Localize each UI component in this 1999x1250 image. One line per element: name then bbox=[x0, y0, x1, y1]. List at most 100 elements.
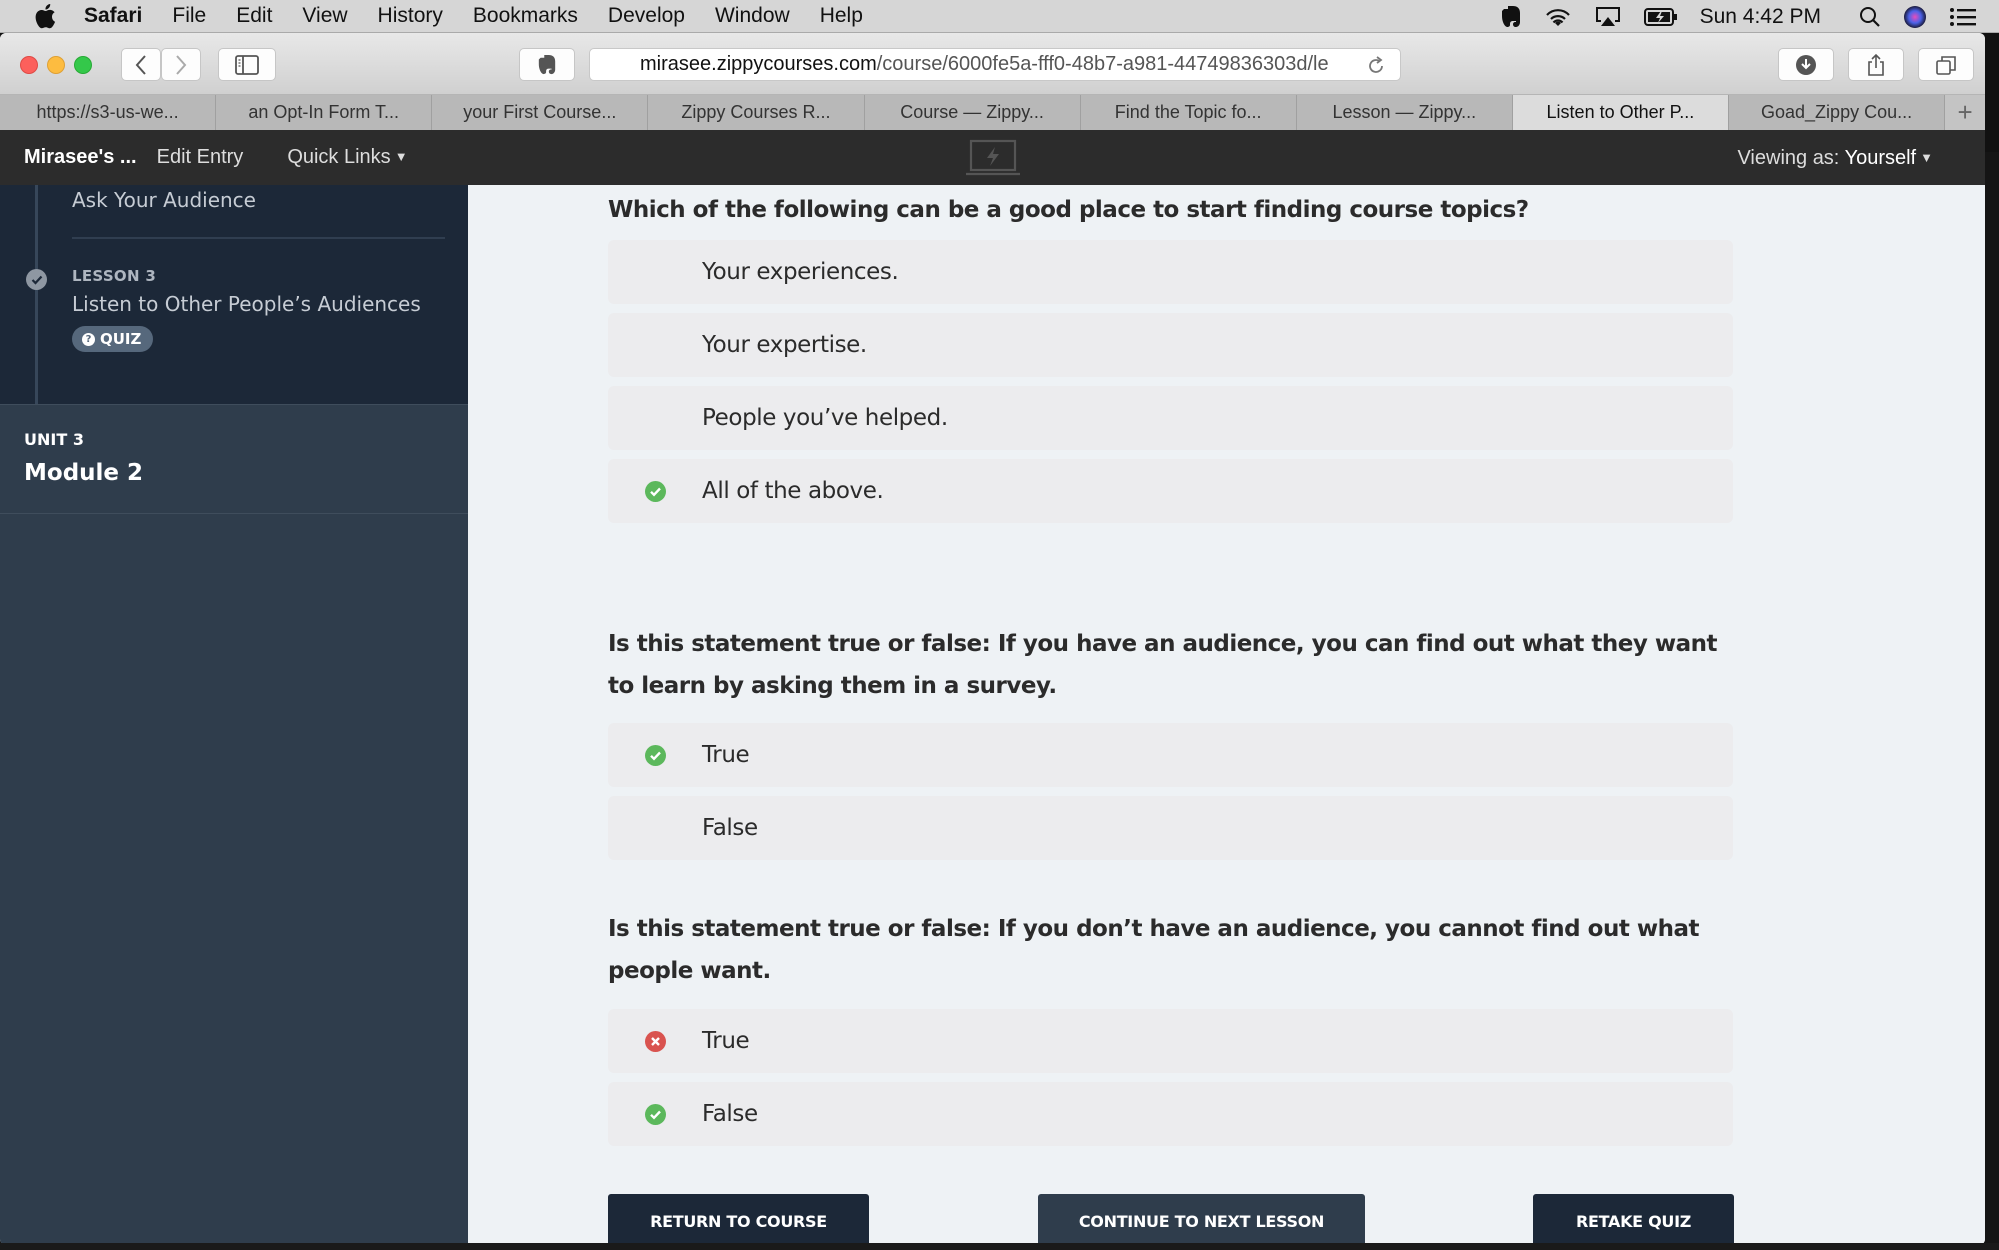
continue-to-next-lesson-button[interactable]: CONTINUE TO NEXT LESSON bbox=[1038, 1194, 1365, 1245]
fullscreen-window-button[interactable] bbox=[74, 56, 92, 74]
desktop-background bbox=[1985, 152, 1999, 1250]
menu-window[interactable]: Window bbox=[715, 4, 790, 28]
tab-label: https://s3-us-we... bbox=[36, 102, 179, 122]
evernote-icon bbox=[538, 54, 556, 74]
divider bbox=[72, 237, 445, 239]
quick-links-menu[interactable]: Quick Links ▼ bbox=[287, 146, 407, 169]
apple-icon[interactable] bbox=[34, 3, 56, 29]
answer-option: False bbox=[608, 796, 1733, 860]
share-icon bbox=[1868, 53, 1884, 76]
quiz-badge-label: QUIZ bbox=[100, 330, 142, 348]
menu-edit[interactable]: Edit bbox=[236, 4, 272, 28]
battery-charging-icon[interactable] bbox=[1643, 7, 1678, 27]
url-host: mirasee.zippycourses.com bbox=[640, 53, 877, 75]
sidebar-lesson-current[interactable]: Listen to Other People’s Audiences bbox=[72, 292, 421, 316]
menu-develop[interactable]: Develop bbox=[608, 4, 685, 28]
browser-tab[interactable]: an Opt-In Form T... bbox=[216, 95, 433, 130]
menu-history[interactable]: History bbox=[378, 4, 443, 28]
answer-text: Your experiences. bbox=[702, 259, 899, 285]
menu-view[interactable]: View bbox=[302, 4, 347, 28]
menu-bookmarks[interactable]: Bookmarks bbox=[473, 4, 578, 28]
sidebar-unit-3[interactable]: UNIT 3 Module 2 bbox=[0, 404, 468, 514]
sidebar-lesson-ask-your-audience[interactable]: Ask Your Audience bbox=[72, 188, 256, 212]
tab-label: Zippy Courses R... bbox=[681, 102, 831, 122]
browser-tab[interactable]: Goad_Zippy Cou... bbox=[1729, 95, 1946, 130]
url-text[interactable]: mirasee.zippycourses.com/course/6000fe5a… bbox=[640, 53, 1340, 76]
caret-down-icon: ▼ bbox=[1920, 150, 1933, 165]
url-path: /course/6000fe5a-fff0-48b7-a981-44749836… bbox=[876, 53, 1329, 75]
browser-tab[interactable]: your First Course... bbox=[432, 95, 649, 130]
answer-option-correct: True bbox=[608, 723, 1733, 787]
reload-icon[interactable] bbox=[1366, 54, 1386, 82]
answer-option-incorrect: True bbox=[608, 1009, 1733, 1073]
tab-label: an Opt-In Form T... bbox=[248, 102, 400, 122]
answer-text: True bbox=[702, 1028, 750, 1054]
tabs-overview-icon bbox=[1936, 55, 1956, 75]
chevron-right-icon bbox=[176, 54, 187, 75]
answer-text: All of the above. bbox=[702, 478, 884, 504]
answer-text: People you’ve helped. bbox=[702, 405, 948, 431]
tab-label: Listen to Other P... bbox=[1546, 102, 1695, 122]
menubar-status-area: Sun 4:42 PM bbox=[1500, 0, 1999, 33]
close-window-button[interactable] bbox=[20, 56, 38, 74]
new-tab-button[interactable]: + bbox=[1945, 95, 1985, 130]
minimize-window-button[interactable] bbox=[47, 56, 65, 74]
question-2-answers: True False bbox=[608, 714, 1733, 860]
unit-label: UNIT 3 bbox=[24, 430, 84, 449]
retake-quiz-button[interactable]: RETAKE QUIZ bbox=[1533, 1194, 1734, 1245]
wifi-icon[interactable] bbox=[1544, 6, 1572, 28]
share-button[interactable] bbox=[1848, 48, 1904, 81]
edit-entry-link[interactable]: Edit Entry bbox=[157, 146, 244, 169]
question-1-answers: Your experiences. Your expertise. People… bbox=[608, 231, 1733, 523]
tab-label: Find the Topic fo... bbox=[1114, 102, 1262, 122]
back-button[interactable] bbox=[121, 48, 161, 81]
caret-down-icon: ▼ bbox=[394, 149, 408, 164]
browser-tab[interactable]: https://s3-us-we... bbox=[0, 95, 217, 130]
menu-file[interactable]: File bbox=[172, 4, 206, 28]
quick-links-label: Quick Links bbox=[287, 146, 391, 168]
tab-label: Goad_Zippy Cou... bbox=[1761, 102, 1913, 122]
sidebar-toggle-button[interactable] bbox=[218, 48, 276, 81]
browser-tab[interactable]: Find the Topic fo... bbox=[1080, 95, 1297, 130]
return-to-course-button[interactable]: RETURN TO COURSE bbox=[608, 1194, 869, 1245]
answer-text: Your expertise. bbox=[702, 332, 867, 358]
lesson-number-label: LESSON 3 bbox=[72, 267, 157, 285]
answer-option: Your expertise. bbox=[608, 313, 1733, 377]
menu-app-safari[interactable]: Safari bbox=[84, 4, 142, 28]
sidebar-icon bbox=[235, 54, 259, 75]
lesson-list: Ask Your Audience LESSON 3 Listen to Oth… bbox=[0, 185, 468, 404]
question-3-answers: True False bbox=[608, 1000, 1733, 1146]
browser-tab-active[interactable]: Listen to Other P... bbox=[1512, 95, 1729, 130]
address-bar[interactable]: mirasee.zippycourses.com/course/6000fe5a… bbox=[589, 48, 1401, 81]
answer-text: False bbox=[702, 1101, 758, 1127]
browser-tab[interactable]: Lesson — Zippy... bbox=[1296, 95, 1513, 130]
answer-option: Your experiences. bbox=[608, 240, 1733, 304]
admin-site-name[interactable]: Mirasee's ... bbox=[24, 146, 137, 169]
viewing-as-menu[interactable]: Viewing as: Yourself ▼ bbox=[1737, 147, 1933, 170]
lesson-timeline bbox=[35, 185, 38, 404]
question-2-text: Is this statement true or false: If you … bbox=[608, 631, 1718, 699]
correct-check-icon bbox=[645, 481, 666, 502]
spotlight-search-icon[interactable] bbox=[1859, 6, 1881, 28]
correct-check-icon bbox=[645, 745, 666, 766]
tab-label: Lesson — Zippy... bbox=[1332, 102, 1477, 122]
desktop-background-bottom bbox=[0, 1243, 1999, 1250]
quiz-badge[interactable]: ? QUIZ bbox=[72, 326, 154, 352]
correct-check-icon bbox=[645, 1104, 666, 1125]
downloads-button[interactable] bbox=[1778, 48, 1834, 81]
tab-overview-button[interactable] bbox=[1918, 48, 1974, 81]
unit-title: Module 2 bbox=[24, 460, 144, 486]
laptop-lightning-icon[interactable] bbox=[966, 139, 1020, 183]
evernote-extension-button[interactable] bbox=[519, 48, 575, 81]
siri-icon[interactable] bbox=[1903, 5, 1927, 29]
airplay-icon[interactable] bbox=[1594, 6, 1622, 28]
browser-tab[interactable]: Zippy Courses R... bbox=[648, 95, 865, 130]
tab-label: Course — Zippy... bbox=[900, 102, 1044, 122]
browser-tab[interactable]: Course — Zippy... bbox=[864, 95, 1081, 130]
forward-button[interactable] bbox=[161, 48, 201, 81]
viewing-as-label: Viewing as: bbox=[1737, 147, 1840, 169]
menu-help[interactable]: Help bbox=[820, 4, 863, 28]
evernote-icon[interactable] bbox=[1500, 5, 1522, 29]
notification-center-icon[interactable] bbox=[1949, 7, 1977, 27]
menubar-clock[interactable]: Sun 4:42 PM bbox=[1700, 5, 1821, 29]
